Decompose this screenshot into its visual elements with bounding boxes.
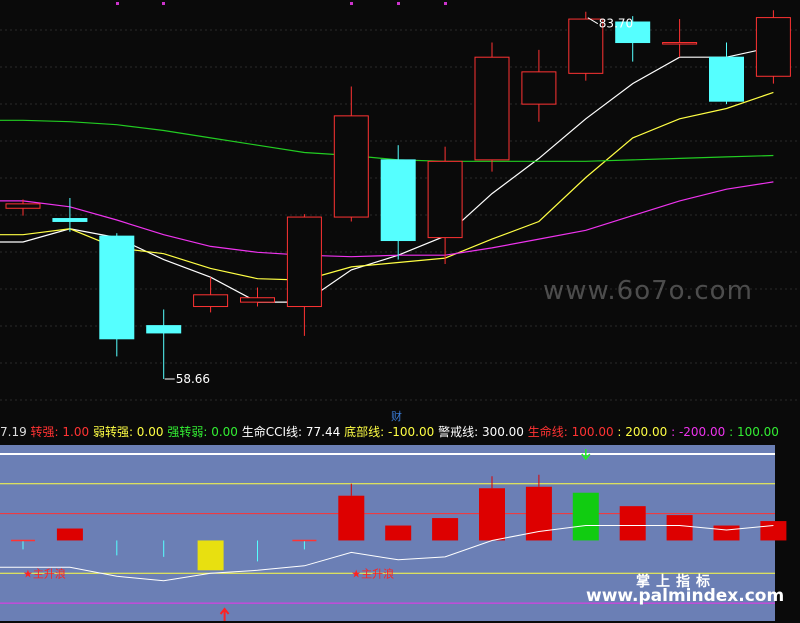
indicator-block (385, 525, 412, 541)
indicator-block (479, 488, 505, 541)
candle (474, 42, 510, 172)
indicator-bar (56, 528, 83, 541)
indicator-bar (666, 515, 693, 541)
candle (99, 233, 135, 357)
signal-label: ★主升浪 (23, 566, 66, 580)
indicator-bar (713, 525, 740, 541)
candle (568, 11, 604, 81)
candle-body (521, 71, 557, 105)
candle-body (286, 216, 322, 308)
legend-item: 警戒线: 300.00 (434, 425, 524, 439)
top-marker (397, 2, 400, 5)
candle-body (755, 17, 791, 77)
top-marker (116, 2, 119, 5)
indicator-bar (760, 521, 787, 541)
indicator-block (619, 506, 646, 541)
candle-body (568, 18, 604, 74)
indicator-block (432, 518, 459, 541)
candle (755, 10, 791, 84)
indicator-block (666, 515, 693, 541)
indicator-bar (432, 518, 459, 541)
watermark-top: www.6o7o.com (543, 276, 753, 306)
candle-body (333, 115, 369, 218)
indicator-block (760, 521, 787, 541)
legend-item: 生命线: 100.00 (523, 425, 614, 439)
high-label: 83.70 (599, 17, 633, 31)
candle-body (193, 294, 229, 308)
indicator-block (56, 528, 83, 541)
indicator-bar (197, 540, 224, 571)
legend-item: : -200.00 (667, 425, 726, 439)
candle-body (427, 160, 463, 239)
low-label: 58.66 (176, 372, 210, 386)
top-marker (162, 2, 165, 5)
indicator-block (713, 525, 740, 541)
legend-item: 转强: 1.00 (26, 425, 90, 439)
candle-body (52, 218, 88, 222)
indicator-legend: 7.19 转强: 1.00 弱转强: 0.00 强转弱: 0.00 生命CCI线… (0, 424, 800, 440)
candle-body (474, 56, 510, 161)
indicator-block (525, 486, 552, 541)
cai-label: 财 (391, 410, 402, 423)
legend-item: 7.19 (0, 425, 27, 439)
top-marker (350, 2, 353, 5)
chart-canvas: 83.70 58.66 ★主升浪 ★主升浪 (0, 0, 800, 623)
legend-item: 底部线: -100.00 (340, 425, 435, 439)
indicator-block (197, 540, 224, 571)
indicator-block (338, 495, 365, 541)
candle-body (99, 235, 135, 340)
legend-item: : 200.00 (613, 425, 668, 439)
watermark-url: www.palmindex.com (586, 586, 785, 606)
indicator-bar (572, 492, 599, 541)
top-marker (444, 2, 447, 5)
legend-item: 弱转强: 0.00 (89, 425, 164, 439)
legend-item: : 100.00 (725, 425, 779, 439)
indicator-block (572, 492, 599, 541)
candle-body (5, 203, 41, 209)
legend-item: 生命CCI线: 77.44 (237, 425, 341, 439)
candle-body (240, 297, 275, 303)
legend-item: 强转弱: 0.00 (163, 425, 238, 439)
candle-body (662, 42, 698, 45)
signal-label: ★主升浪 (351, 566, 394, 580)
indicator-bar (619, 506, 646, 541)
candle-body (146, 325, 182, 334)
indicator-bar (385, 525, 412, 541)
candle-body (380, 159, 416, 242)
candle-body (709, 56, 744, 102)
